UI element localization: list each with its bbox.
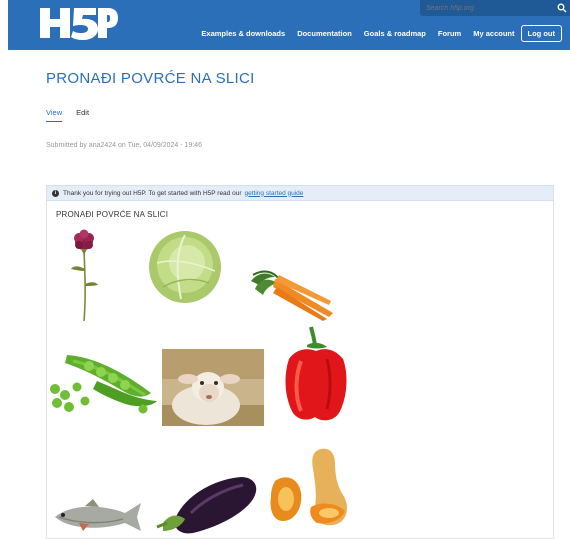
getting-started-link[interactable]: getting started guide xyxy=(245,190,304,197)
nav-examples-downloads[interactable]: Examples & downloads xyxy=(201,29,285,38)
h5p-activity: PRONAĐI POVRĆE NA SLICI xyxy=(46,201,554,539)
red-pepper-image[interactable] xyxy=(281,325,351,423)
nav-documentation[interactable]: Documentation xyxy=(297,29,352,38)
sheep-image[interactable] xyxy=(162,349,264,426)
search-box xyxy=(420,0,570,16)
tab-view[interactable]: View xyxy=(46,108,63,122)
top-navbar: Examples & downloads Documentation Goals… xyxy=(8,0,570,50)
carnation-image[interactable] xyxy=(65,229,105,324)
info-notice: i Thank you for trying out H5P. To get s… xyxy=(46,185,554,201)
carrots-image[interactable] xyxy=(249,267,335,321)
nav-forum[interactable]: Forum xyxy=(438,29,461,38)
search-input[interactable] xyxy=(426,2,546,14)
page-title: PRONAĐI POVRĆE NA SLICI xyxy=(46,70,255,87)
nav-goals-roadmap[interactable]: Goals & roadmap xyxy=(364,29,426,38)
tab-edit[interactable]: Edit xyxy=(76,108,89,122)
activity-title: PRONAĐI POVRĆE NA SLICI xyxy=(56,210,169,219)
cabbage-image[interactable] xyxy=(147,229,223,305)
notice-text: Thank you for trying out H5P. To get sta… xyxy=(63,189,242,197)
eggplant-image[interactable] xyxy=(155,473,259,537)
h5p-logo[interactable] xyxy=(38,4,118,42)
butternut-squash-image[interactable] xyxy=(267,445,361,529)
main-nav: Examples & downloads Documentation Goals… xyxy=(189,24,562,42)
submitted-info: Submitted by ana2424 on Tue, 04/09/2024 … xyxy=(46,142,203,149)
nav-my-account[interactable]: My account xyxy=(473,29,514,38)
peas-image[interactable] xyxy=(47,349,159,415)
page-tabs: View Edit xyxy=(46,108,103,122)
search-icon[interactable] xyxy=(557,3,567,13)
info-icon: i xyxy=(52,189,59,197)
fish-image[interactable] xyxy=(49,497,143,537)
logout-button[interactable]: Log out xyxy=(520,24,562,42)
